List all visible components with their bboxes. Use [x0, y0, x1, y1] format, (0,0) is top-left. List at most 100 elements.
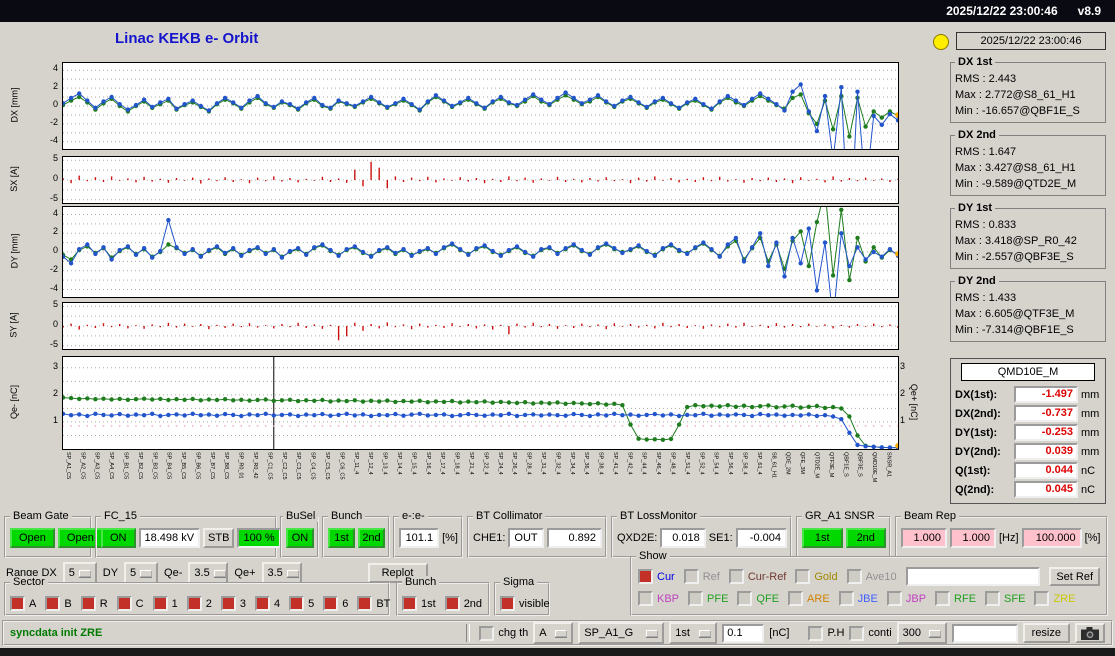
- show-jbp-checkbox[interactable]: JBP: [886, 591, 926, 606]
- busel-on-button[interactable]: ON: [286, 528, 314, 548]
- checkbox[interactable]: [289, 596, 305, 611]
- interval-select[interactable]: 300: [896, 622, 947, 644]
- show-cur-ref-checkbox[interactable]: Cur-Ref: [728, 569, 786, 584]
- checkbox[interactable]: [323, 596, 339, 611]
- checkbox[interactable]: [152, 596, 168, 611]
- resize-button[interactable]: resize: [1022, 623, 1070, 643]
- checkbox[interactable]: [479, 625, 495, 641]
- checkbox[interactable]: [846, 569, 862, 584]
- bpm-label: SP_44_4: [640, 452, 647, 475]
- qe-right-axis-label: Qe+ [nC]: [909, 383, 919, 421]
- aux-entry[interactable]: [951, 623, 1018, 643]
- bpm-label: SP_22_4: [482, 452, 489, 475]
- conti-checkbox[interactable]: conti: [849, 625, 892, 641]
- bpm-select[interactable]: SP_A1_G: [578, 622, 665, 644]
- bunch-2nd-button[interactable]: 2nd: [358, 528, 385, 548]
- show-jbe-checkbox[interactable]: JBE: [838, 591, 878, 606]
- snsr-1st-button[interactable]: 1st: [802, 528, 843, 548]
- range-qem-select[interactable]: 3.5: [188, 562, 229, 584]
- range-dy-select[interactable]: 5: [124, 562, 159, 584]
- show-cur-checkbox[interactable]: Cur: [638, 569, 675, 584]
- sx-plot[interactable]: [62, 156, 899, 204]
- threshold-entry[interactable]: [722, 623, 765, 643]
- sector-3-checkbox[interactable]: 3: [220, 596, 246, 611]
- show-gold-checkbox[interactable]: Gold: [795, 569, 838, 584]
- checkbox[interactable]: [45, 596, 61, 611]
- checkbox[interactable]: [788, 591, 804, 606]
- checkbox[interactable]: [683, 569, 699, 584]
- chg-th-checkbox[interactable]: chg th: [479, 625, 528, 641]
- sector-bt-checkbox[interactable]: BT: [357, 596, 390, 611]
- ph-checkbox[interactable]: P.H: [808, 625, 844, 641]
- bpm-label: SP_31_4: [540, 452, 546, 475]
- show-qfe-checkbox[interactable]: QFE: [737, 591, 779, 606]
- ref-name-entry[interactable]: [905, 567, 1041, 586]
- checkbox[interactable]: [638, 591, 653, 606]
- qe-plot[interactable]: [62, 356, 899, 450]
- sigma-visible-checkbox[interactable]: [500, 596, 515, 611]
- label: 4: [273, 597, 281, 610]
- sector-6-checkbox[interactable]: 6: [323, 596, 348, 611]
- show-kbp-checkbox[interactable]: KBP: [638, 591, 679, 606]
- bunch-group: Bunch 1st 2nd: [322, 510, 390, 558]
- fc15-stb-button[interactable]: STB: [203, 528, 235, 548]
- sector-2-checkbox[interactable]: 2: [186, 596, 212, 611]
- show-ref-checkbox[interactable]: Ref: [683, 569, 720, 584]
- checkbox[interactable]: [444, 596, 460, 611]
- dy-axis-label: DY [mm]: [9, 233, 19, 269]
- label: JBE: [857, 592, 878, 605]
- sy-plot[interactable]: [62, 302, 899, 350]
- bpm-label: SP_21_4: [468, 452, 474, 475]
- sector-r-checkbox[interactable]: R: [80, 596, 108, 611]
- range-dx-select[interactable]: 5: [62, 562, 97, 584]
- dy-plot[interactable]: [62, 206, 899, 298]
- checkbox[interactable]: [728, 569, 744, 584]
- show-pfe-checkbox[interactable]: PFE: [688, 591, 728, 606]
- threshold-sector-select[interactable]: A: [533, 622, 574, 644]
- show-rfe-checkbox[interactable]: RFE: [935, 591, 976, 606]
- camera-icon: [1081, 626, 1099, 640]
- bunch-1st-button[interactable]: 1st: [328, 528, 355, 548]
- show-are-checkbox[interactable]: ARE: [788, 591, 830, 606]
- checkbox[interactable]: [838, 591, 854, 606]
- checkbox[interactable]: [186, 596, 202, 611]
- checkbox[interactable]: [80, 596, 96, 611]
- checkbox[interactable]: [935, 591, 951, 606]
- checkbox[interactable]: [10, 596, 25, 611]
- checkbox[interactable]: [737, 591, 753, 606]
- checkbox[interactable]: [220, 596, 236, 611]
- sector-c-checkbox[interactable]: C: [116, 596, 144, 611]
- dx-axis-label: DX [mm]: [9, 87, 19, 123]
- checkbox[interactable]: [1034, 591, 1050, 606]
- checkbox[interactable]: [357, 596, 373, 611]
- range-qep-select[interactable]: 3.5: [261, 562, 302, 584]
- range-row: Range DX 5 DY 5 Qe- 3.5 Qe+ 3.5 Replot: [6, 562, 428, 584]
- show-ave10-checkbox[interactable]: Ave10: [846, 569, 897, 584]
- show-zre-checkbox[interactable]: ZRE: [1034, 591, 1075, 606]
- bunch-1st-checkbox[interactable]: 1st: [402, 596, 436, 611]
- sector-4-checkbox[interactable]: 4: [254, 596, 281, 611]
- snsr-2nd-button[interactable]: 2nd: [845, 528, 886, 548]
- bunch-select[interactable]: 1st: [669, 622, 718, 644]
- checkbox[interactable]: [886, 591, 902, 606]
- screenshot-button[interactable]: [1075, 623, 1105, 643]
- show-sfe-checkbox[interactable]: SFE: [985, 591, 1025, 606]
- bunch-2nd-checkbox[interactable]: 2nd: [444, 596, 482, 611]
- sector-5-checkbox[interactable]: 5: [289, 596, 314, 611]
- checkbox[interactable]: [808, 625, 824, 641]
- set-ref-button[interactable]: Set Ref: [1049, 567, 1100, 586]
- checkbox[interactable]: [254, 596, 270, 611]
- sector-b-checkbox[interactable]: B: [45, 596, 72, 611]
- checkbox[interactable]: [849, 625, 865, 641]
- checkbox[interactable]: [688, 591, 704, 606]
- checkbox[interactable]: [985, 591, 1001, 606]
- dx-plot[interactable]: [62, 62, 899, 150]
- fc15-on-button[interactable]: ON: [101, 528, 136, 548]
- checkbox[interactable]: [116, 596, 132, 611]
- checkbox[interactable]: [638, 569, 653, 584]
- beam-gate-open1-button[interactable]: Open: [10, 528, 55, 548]
- sector-a-checkbox[interactable]: A: [10, 596, 36, 611]
- checkbox[interactable]: [795, 569, 811, 584]
- checkbox[interactable]: [402, 596, 417, 611]
- sector-1-checkbox[interactable]: 1: [152, 596, 178, 611]
